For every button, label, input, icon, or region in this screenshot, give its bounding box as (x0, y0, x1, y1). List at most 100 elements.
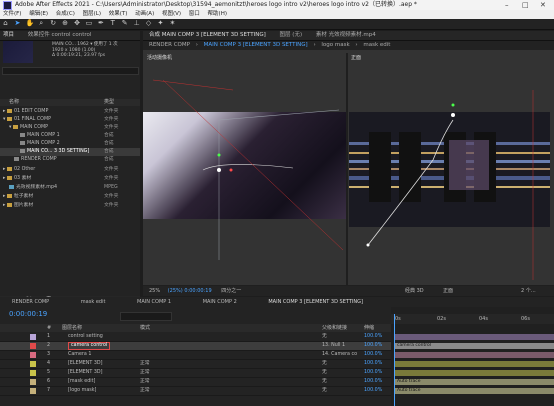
puppet-tool-icon[interactable]: ✶ (169, 20, 176, 27)
menu-help[interactable]: 帮助(H) (208, 11, 227, 17)
breadcrumb-item[interactable]: logo mask (321, 42, 349, 48)
layer-bar[interactable]: camera control (394, 343, 554, 349)
project-item[interactable]: ▸ 图片素材 文件夹 (0, 202, 140, 210)
layer-row[interactable]: 4 [ELEMENT 3D] 正常 无 100.0% (0, 360, 391, 369)
time-ruler[interactable]: 0s 02s 04s 06s (391, 314, 554, 324)
project-item[interactable]: ▸ 01 EDIT COMP 文件夹 (0, 108, 140, 116)
layer-bar[interactable] (394, 370, 554, 376)
menu-animation[interactable]: 动画(A) (135, 11, 154, 17)
layer-row[interactable]: 6 [mask edit] 正常 无 100.0% (0, 378, 391, 387)
project-item[interactable]: ▾ MAIN COMP 文件夹 (0, 124, 140, 132)
menu-layer[interactable]: 图层(L) (83, 11, 101, 17)
mode-dropdown[interactable]: 正常 (140, 360, 150, 368)
rectangle-tool-icon[interactable]: ▭ (85, 20, 93, 27)
eraser-tool-icon[interactable]: ◇ (145, 20, 152, 27)
brush-tool-icon[interactable]: ✎ (121, 20, 128, 27)
project-col-type[interactable]: 类型 (104, 99, 114, 106)
home-icon[interactable]: ⌂ (2, 20, 9, 27)
layer-bar[interactable]: Auto trace (394, 379, 554, 385)
parent-dropdown[interactable]: 无 (322, 387, 327, 395)
col-parent[interactable]: 父级和链接 (322, 324, 347, 332)
tab-composition[interactable]: 合成 MAIN COMP 3 [ELEMENT 3D SETTING] (149, 32, 266, 38)
tab-effect-controls[interactable]: 效果控件 control control (28, 32, 92, 38)
timeline-tab-active[interactable]: MAIN COMP 3 [ELEMENT 3D SETTING] (268, 299, 363, 305)
parent-dropdown[interactable]: 14. Camera co (322, 351, 357, 359)
camera-tool-icon[interactable]: ⊕ (62, 20, 69, 27)
label-color[interactable] (30, 370, 36, 376)
menu-window[interactable]: 窗口 (189, 11, 200, 17)
rotate-tool-icon[interactable]: ↻ (50, 20, 57, 27)
project-item[interactable]: ▸ 粒子素材 文件夹 (0, 193, 140, 201)
layer-row[interactable]: 5 [ELEMENT 3D] 正常 无 100.0% (0, 369, 391, 378)
project-item[interactable]: RENDER COMP 合成 (0, 156, 140, 164)
layer-name[interactable]: [mask edit] (68, 378, 95, 386)
col-mode[interactable]: 模式 (140, 324, 150, 332)
menu-view[interactable]: 视图(V) (162, 11, 181, 17)
project-item[interactable]: ▸ 03 素材 文件夹 (0, 175, 140, 183)
col-layer-name[interactable]: 图层名称 (62, 324, 82, 332)
label-color[interactable] (30, 352, 36, 358)
view-dropdown[interactable]: 正面 (443, 286, 453, 296)
breadcrumb-item[interactable]: MAIN COMP 3 [ELEMENT 3D SETTING] (204, 42, 308, 48)
stretch-value[interactable]: 100.0% (364, 369, 382, 377)
comp-timecode[interactable]: (25%) 0:00:00:19 (168, 288, 212, 294)
project-item[interactable]: ▾ 01 FINAL COMP 文件夹 (0, 116, 140, 124)
menu-edit[interactable]: 编辑(E) (29, 11, 48, 17)
stretch-value[interactable]: 100.0% (364, 387, 382, 395)
zoom-tool-icon[interactable]: ⌕ (38, 20, 45, 27)
timeline-timecode[interactable]: 0:00:00:19 (9, 310, 47, 318)
breadcrumb-item[interactable]: mask edit (363, 42, 390, 48)
label-color[interactable] (30, 343, 36, 349)
layer-name[interactable]: camera control (68, 342, 111, 350)
view-layout-dropdown[interactable]: 2 个… (521, 286, 536, 296)
hand-tool-icon[interactable]: ✋ (26, 20, 35, 27)
parent-dropdown[interactable]: 无 (322, 333, 327, 341)
maximize-button[interactable]: □ (522, 0, 529, 10)
resolution-dropdown[interactable]: 四分之一 (221, 288, 241, 294)
timeline-search-input[interactable] (120, 312, 172, 321)
parent-dropdown[interactable]: 无 (322, 369, 327, 377)
breadcrumb-item[interactable]: RENDER COMP (149, 42, 190, 48)
type-tool-icon[interactable]: T (109, 20, 116, 27)
tab-project[interactable]: 项目 (3, 32, 14, 38)
layer-row[interactable]: 7 [logo mask] 正常 无 100.0% (0, 387, 391, 396)
parent-dropdown[interactable]: 无 (322, 360, 327, 368)
layer-name[interactable]: [logo mask] (68, 387, 96, 395)
layer-row[interactable]: 3 Camera 1 14. Camera co 100.0% (0, 351, 391, 360)
timeline-tab[interactable]: mask edit (81, 299, 106, 305)
tab-footage[interactable]: 素材 光效视频素材.mp4 (316, 32, 376, 38)
project-item[interactable]: 光效视频素材.mp4 MPEG (0, 184, 140, 192)
playhead[interactable] (394, 314, 395, 406)
layer-row[interactable]: 1 control setting 无 100.0% (0, 333, 391, 342)
layer-bar[interactable] (394, 334, 554, 340)
timeline-tab[interactable]: MAIN COMP 1 (137, 299, 171, 305)
stretch-value[interactable]: 100.0% (364, 333, 382, 341)
menu-effect[interactable]: 效果(T) (109, 11, 128, 17)
stretch-value[interactable]: 100.0% (364, 378, 382, 386)
close-button[interactable]: ✕ (540, 0, 546, 10)
project-item-selected[interactable]: MAIN CO... 3 3D SETTING] 合成 (0, 148, 140, 156)
mode-dropdown[interactable]: 正常 (140, 387, 150, 395)
label-color[interactable] (30, 388, 36, 394)
project-col-name[interactable]: 名称 (9, 99, 19, 105)
layer-bar[interactable] (394, 361, 554, 367)
layer-name[interactable]: Camera 1 (68, 351, 91, 359)
renderer-label[interactable]: 经典 3D (405, 286, 424, 296)
layer-bar[interactable]: Auto trace (394, 388, 554, 394)
pen-tool-icon[interactable]: ✒ (97, 20, 104, 27)
label-color[interactable] (30, 334, 36, 340)
selection-tool-icon[interactable]: ➤ (14, 20, 21, 27)
stretch-value[interactable]: 100.0% (364, 360, 382, 368)
menu-file[interactable]: 文件(F) (3, 11, 21, 17)
stretch-value[interactable]: 100.0% (364, 351, 382, 359)
project-search-input[interactable] (2, 67, 139, 75)
roto-tool-icon[interactable]: ✦ (157, 20, 164, 27)
tab-layer[interactable]: 图层 (无) (280, 32, 303, 38)
layer-name[interactable]: [ELEMENT 3D] (68, 360, 102, 368)
magnification-dropdown[interactable]: 25% (149, 288, 160, 294)
parent-dropdown[interactable]: 13. Null 1 (322, 342, 345, 350)
project-item[interactable]: MAIN COMP 1 合成 (0, 132, 140, 140)
parent-dropdown[interactable]: 无 (322, 378, 327, 386)
project-item[interactable]: MAIN COMP 2 合成 (0, 140, 140, 148)
mode-dropdown[interactable]: 正常 (140, 378, 150, 386)
